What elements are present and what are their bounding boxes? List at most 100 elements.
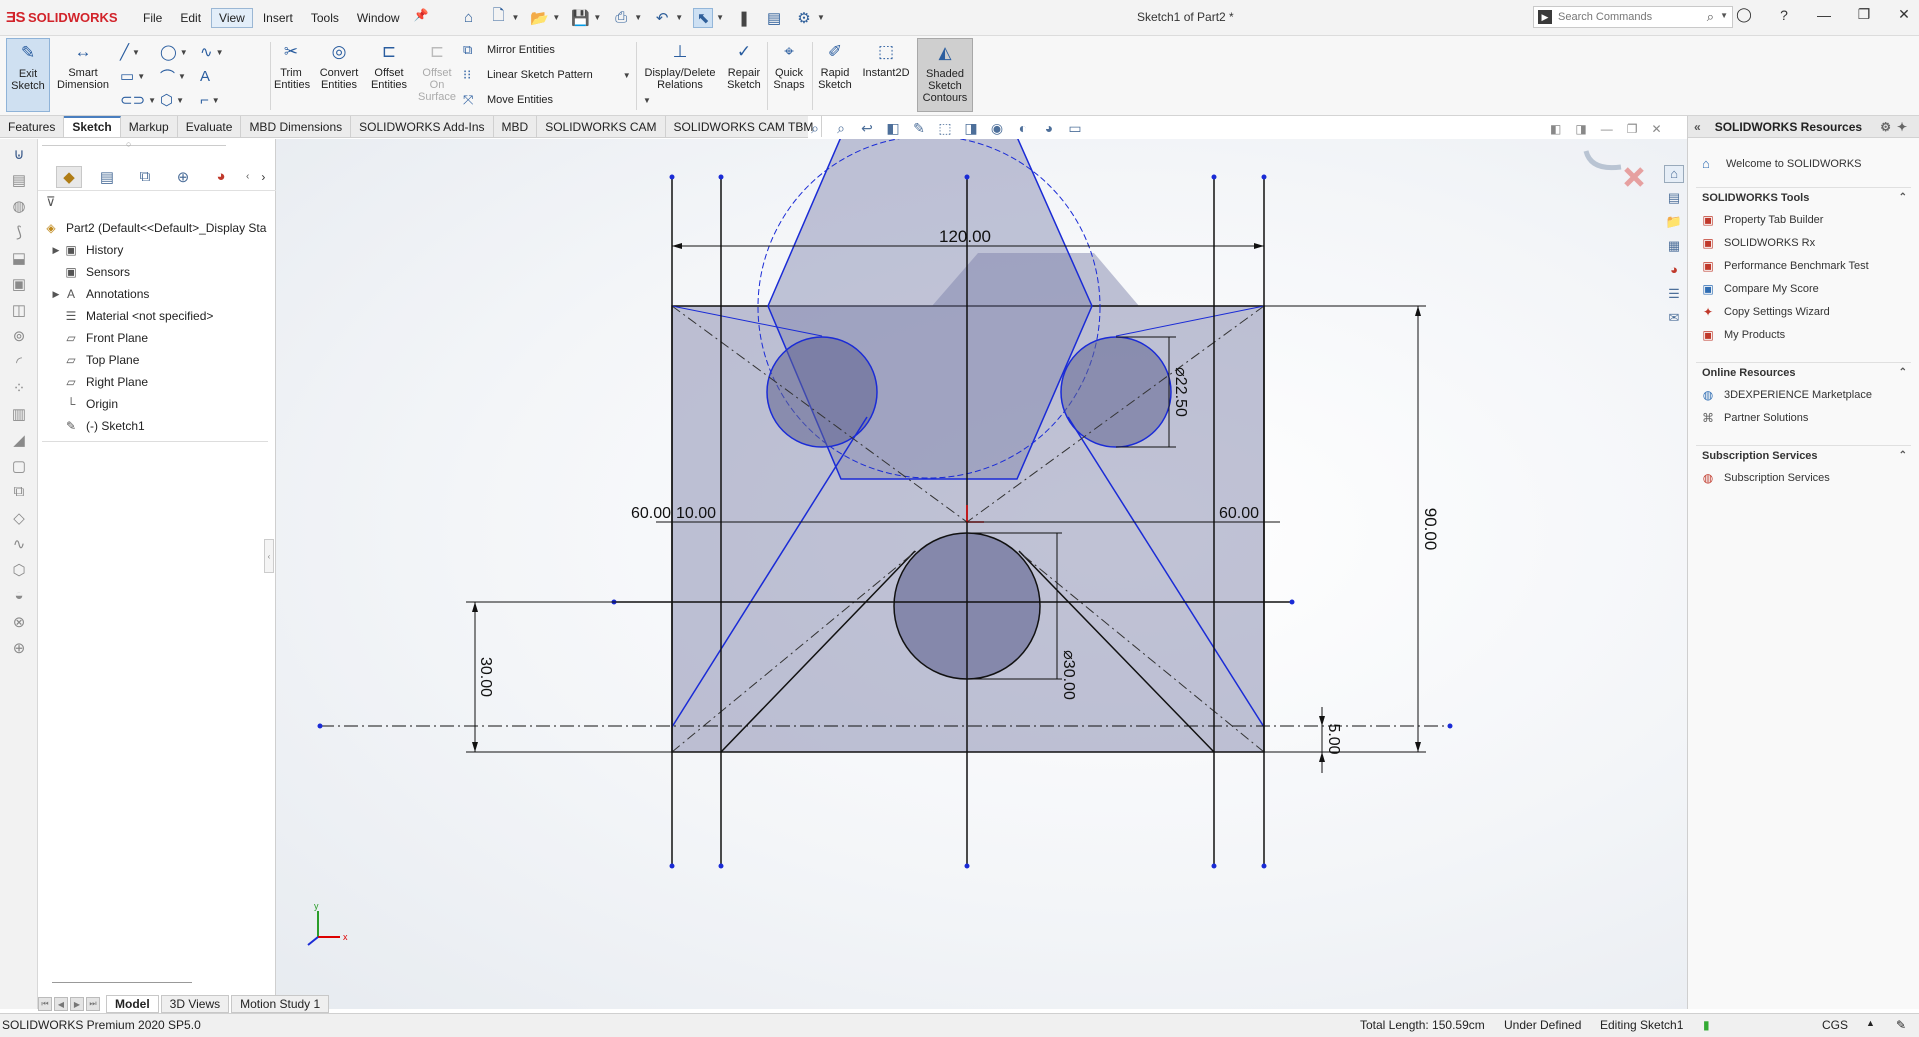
next-tab-icon[interactable]: ▶: [70, 997, 84, 1011]
dimension-left-height-30[interactable]: 30.00: [466, 601, 672, 753]
file-explorer-tab-icon[interactable]: 📁: [1664, 213, 1684, 231]
tab-features[interactable]: Features: [0, 116, 65, 137]
tab-evaluate[interactable]: Evaluate: [178, 116, 242, 137]
custom-properties-tab-icon[interactable]: ☰: [1664, 285, 1684, 303]
resource-3dexperience-marketplace[interactable]: ◍ 3DEXPERIENCE Marketplace: [1696, 383, 1911, 406]
design-library-tab-icon[interactable]: ▤: [1664, 189, 1684, 207]
dimension-text-offset[interactable]: 5.00: [1325, 723, 1342, 754]
new-document-icon[interactable]: 🗋: [489, 7, 509, 28]
intersect-icon[interactable]: ⊗: [7, 613, 31, 633]
previous-view-icon[interactable]: ↩: [857, 120, 877, 138]
filter-icon[interactable]: ⊽: [46, 194, 56, 210]
dimension-text-left-b[interactable]: 10.00: [676, 505, 716, 522]
tree-item-front-plane[interactable]: ▱ Front Plane: [38, 327, 276, 349]
tree-item-top-plane[interactable]: ▱ Top Plane: [38, 349, 276, 371]
undo-icon[interactable]: ↶: [652, 8, 672, 28]
extrude-icon[interactable]: ▤: [7, 171, 31, 191]
first-tab-icon[interactable]: ⏮: [38, 997, 52, 1011]
fm-tabs-next-icon[interactable]: ›: [261, 170, 265, 184]
chevron-up-icon[interactable]: ⌃: [1899, 367, 1907, 379]
search-commands-input[interactable]: ▶ Search Commands ⌕ ▼: [1533, 6, 1733, 28]
tab-mbd[interactable]: MBD: [494, 116, 538, 137]
display-delete-relations-button[interactable]: ⊥ Display/Delete Relations: [638, 38, 722, 91]
view-orientation-icon[interactable]: ⬚: [935, 120, 955, 138]
fm-splitter-handle[interactable]: ○: [126, 139, 131, 149]
tree-root-part[interactable]: ◈ Part2 (Default<<Default>_Display Sta: [38, 217, 276, 239]
dynamic-annotation-icon[interactable]: ✎: [909, 120, 929, 138]
solidworks-resources-tab-icon[interactable]: ⌂: [1664, 165, 1684, 183]
expand-icon[interactable]: ▶: [50, 289, 62, 300]
pattern-icon[interactable]: ⁘: [7, 379, 31, 399]
wrap-icon[interactable]: ◒: [7, 587, 31, 607]
arc-tool-icon[interactable]: ⌒ ▼: [160, 64, 200, 88]
tree-item-material[interactable]: ☰ Material <not specified>: [38, 305, 276, 327]
rib-icon[interactable]: ▥: [7, 405, 31, 425]
boundary-icon[interactable]: ▣: [7, 275, 31, 295]
fillet-icon[interactable]: ◜: [7, 353, 31, 373]
zoom-to-fit-icon[interactable]: ⌕: [805, 120, 825, 138]
menu-insert[interactable]: Insert: [255, 8, 301, 28]
mirror-feature-icon[interactable]: ⧉: [7, 483, 31, 503]
configurationmanager-tab-icon[interactable]: ⧉: [132, 166, 158, 188]
minimize-icon[interactable]: —: [1815, 7, 1833, 23]
dimension-offset-5[interactable]: 5.00: [1264, 707, 1394, 773]
slot-tool-icon[interactable]: ⊂⊃ ▼: [120, 88, 160, 112]
sketch-canvas[interactable]: 120.00 60.00 10.00 60.00 ⌀22.50 90.00 ⌀3…: [276, 139, 1687, 1009]
home-icon[interactable]: ⌂: [459, 8, 479, 28]
draft-icon[interactable]: ◢: [7, 431, 31, 451]
offset-entities-button[interactable]: ⊏ Offset Entities: [366, 38, 412, 91]
dimension-text-hole-small[interactable]: ⌀22.50: [1172, 367, 1189, 417]
rebuild-status-icon[interactable]: ▮: [1703, 1018, 1710, 1032]
viewport-close-icon[interactable]: ✕: [1651, 122, 1661, 136]
select-pointer-icon[interactable]: ⬉: [693, 7, 714, 28]
tab-solidworks-cam-tbm[interactable]: SOLIDWORKS CAM TBM: [666, 116, 823, 137]
convert-entities-button[interactable]: ◎ Convert Entities: [314, 38, 364, 91]
text-tool-icon[interactable]: A: [200, 64, 240, 88]
tab-solidworks-add-ins[interactable]: SOLIDWORKS Add-Ins: [351, 116, 494, 137]
offset-on-surface-button[interactable]: ⊏ Offset On Surface: [414, 38, 460, 103]
zoom-to-area-icon[interactable]: ⌕: [831, 120, 851, 138]
tab-3d-views[interactable]: 3D Views: [160, 995, 230, 1013]
revolve-icon[interactable]: ◍: [7, 197, 31, 217]
menu-view[interactable]: View: [211, 7, 253, 28]
line-tool-icon[interactable]: ╱ ▼: [120, 40, 160, 64]
chevron-up-icon[interactable]: ⌃: [1899, 450, 1907, 462]
quick-tips-icon[interactable]: ✎: [1896, 1018, 1906, 1032]
polygon-tool-icon[interactable]: ⬡ ▼: [160, 88, 200, 112]
shaded-sketch-contours-button[interactable]: ◭ Shaded Sketch Contours: [917, 38, 973, 112]
open-folder-icon[interactable]: 📂: [529, 8, 549, 28]
sweep-icon[interactable]: ⟆: [7, 223, 31, 243]
tab-markup[interactable]: Markup: [121, 116, 178, 137]
tool-property-tab-builder[interactable]: ▣ Property Tab Builder: [1696, 208, 1911, 231]
collapse-task-pane-icon[interactable]: «: [1694, 120, 1701, 134]
view-settings-icon[interactable]: ▭: [1065, 120, 1085, 138]
dimension-text-right-a[interactable]: 60.00: [1219, 505, 1259, 522]
dimension-text[interactable]: 120.00: [939, 227, 991, 246]
viewport-restore-icon[interactable]: ❐: [1627, 122, 1638, 136]
section-header[interactable]: Online Resources ⌃: [1696, 362, 1911, 383]
last-tab-icon[interactable]: ⏭: [86, 997, 100, 1011]
quick-snaps-button[interactable]: ⌖ Quick Snaps: [769, 38, 809, 91]
status-units[interactable]: CGS: [1822, 1018, 1848, 1032]
print-icon[interactable]: ⎙: [611, 8, 631, 28]
hide-show-items-icon[interactable]: ◉: [987, 120, 1007, 138]
menu-tools[interactable]: Tools: [303, 8, 347, 28]
select-dropdown-icon[interactable]: ▼: [716, 13, 724, 22]
right-circle[interactable]: [1060, 336, 1172, 448]
dimension-text-left-height[interactable]: 30.00: [477, 657, 494, 697]
dimension-text-left-a[interactable]: 60.00: [631, 505, 671, 522]
trim-entities-button[interactable]: ✂ Trim Entities: [272, 38, 310, 91]
tree-item-sketch1[interactable]: ✎ (-) Sketch1: [38, 415, 276, 437]
dimxpertmanager-tab-icon[interactable]: ⊕: [170, 166, 196, 188]
forum-tab-icon[interactable]: ✉: [1664, 309, 1684, 327]
graphics-area[interactable]: 120.00 60.00 10.00 60.00 ⌀22.50 90.00 ⌀3…: [276, 139, 1687, 1009]
exit-sketch-button[interactable]: ✎ Exit Sketch: [6, 38, 50, 112]
tool-copy-settings-wizard[interactable]: ✦ Copy Settings Wizard: [1696, 300, 1911, 323]
linear-sketch-pattern-button[interactable]: ⁝⁝ Linear Sketch Pattern ▼: [463, 67, 631, 83]
confirmation-corner[interactable]: [1583, 150, 1644, 187]
prev-tab-icon[interactable]: ◀: [54, 997, 68, 1011]
menu-window[interactable]: Window: [349, 8, 408, 28]
viewport-minimize-icon[interactable]: —: [1601, 122, 1613, 136]
displaymanager-tab-icon[interactable]: ◕: [208, 166, 234, 188]
section-header[interactable]: SOLIDWORKS Tools ⌃: [1696, 187, 1911, 208]
